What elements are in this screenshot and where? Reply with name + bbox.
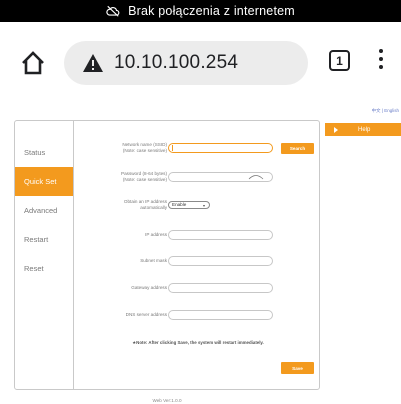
eye-icon[interactable] [248, 174, 264, 180]
play-arrow-icon [334, 126, 338, 133]
side-nav: Status Quick Set Advanced Restart Reset [15, 121, 74, 389]
settings-panel: Status Quick Set Advanced Restart Reset … [14, 120, 320, 390]
address-bar[interactable]: 10.10.100.254 [64, 41, 308, 85]
tab-switcher-button[interactable]: 1 [329, 50, 350, 71]
auto-ip-row: Obtain an IP address automatically Enabl… [75, 199, 321, 213]
help-toggle[interactable]: Help [325, 123, 401, 136]
save-button[interactable]: Save [281, 362, 314, 374]
dns-label: DNS server address [125, 312, 167, 317]
restart-note: ★Note: After clicking Save, the system w… [132, 340, 264, 345]
cloud-off-icon [106, 5, 120, 17]
chevron-down-icon: ▾ [202, 203, 205, 208]
ssid-label: Network name (SSID) (Note: case sensitiv… [122, 142, 167, 153]
menu-icon[interactable] [378, 49, 384, 73]
password-label: Password (8-64 bytes) (Note: case sensit… [121, 171, 167, 182]
ip-label: IP address [145, 232, 167, 237]
ssid-input[interactable] [168, 143, 273, 153]
nav-item-status[interactable]: Status [15, 138, 73, 167]
browser-toolbar: 10.10.100.254 1 [0, 22, 401, 90]
nav-item-reset[interactable]: Reset [15, 254, 73, 283]
language-switch[interactable]: 中文 | English [372, 108, 399, 114]
nav-item-quick-set[interactable]: Quick Set [15, 167, 73, 196]
web-page: 中文 | English Status Quick Set Advanced R… [0, 90, 401, 404]
auto-ip-label: Obtain an IP address automatically [123, 199, 167, 210]
nav-item-advanced[interactable]: Advanced [15, 196, 73, 225]
home-button[interactable] [20, 50, 46, 76]
ssid-row: Network name (SSID) (Note: case sensitiv… [75, 142, 321, 156]
subnet-row: Subnet mask [75, 255, 321, 269]
subnet-label: Subnet mask [140, 258, 167, 263]
ip-input[interactable] [168, 230, 273, 240]
gateway-input[interactable] [168, 283, 273, 293]
home-icon [22, 51, 44, 75]
web-version: Web Ver:1.0.0 [152, 398, 182, 403]
offline-status-bar: Brak połączenia z internetem [0, 0, 401, 22]
offline-text: Brak połączenia z internetem [128, 4, 295, 18]
ip-row: IP address [75, 229, 321, 243]
gateway-row: Gateway address [75, 282, 321, 296]
password-row: Password (8-64 bytes) (Note: case sensit… [75, 171, 321, 185]
subnet-input[interactable] [168, 256, 273, 266]
password-input[interactable] [168, 172, 273, 182]
url-text[interactable]: 10.10.100.254 [114, 52, 238, 74]
nav-item-restart[interactable]: Restart [15, 225, 73, 254]
search-button[interactable]: Search [281, 143, 314, 154]
auto-ip-select[interactable]: Enable ▾ [168, 201, 210, 209]
not-secure-warning-icon[interactable] [82, 53, 104, 73]
gateway-label: Gateway address [131, 285, 167, 290]
dns-row: DNS server address [75, 309, 321, 323]
dns-input[interactable] [168, 310, 273, 320]
help-label: Help [358, 126, 371, 133]
